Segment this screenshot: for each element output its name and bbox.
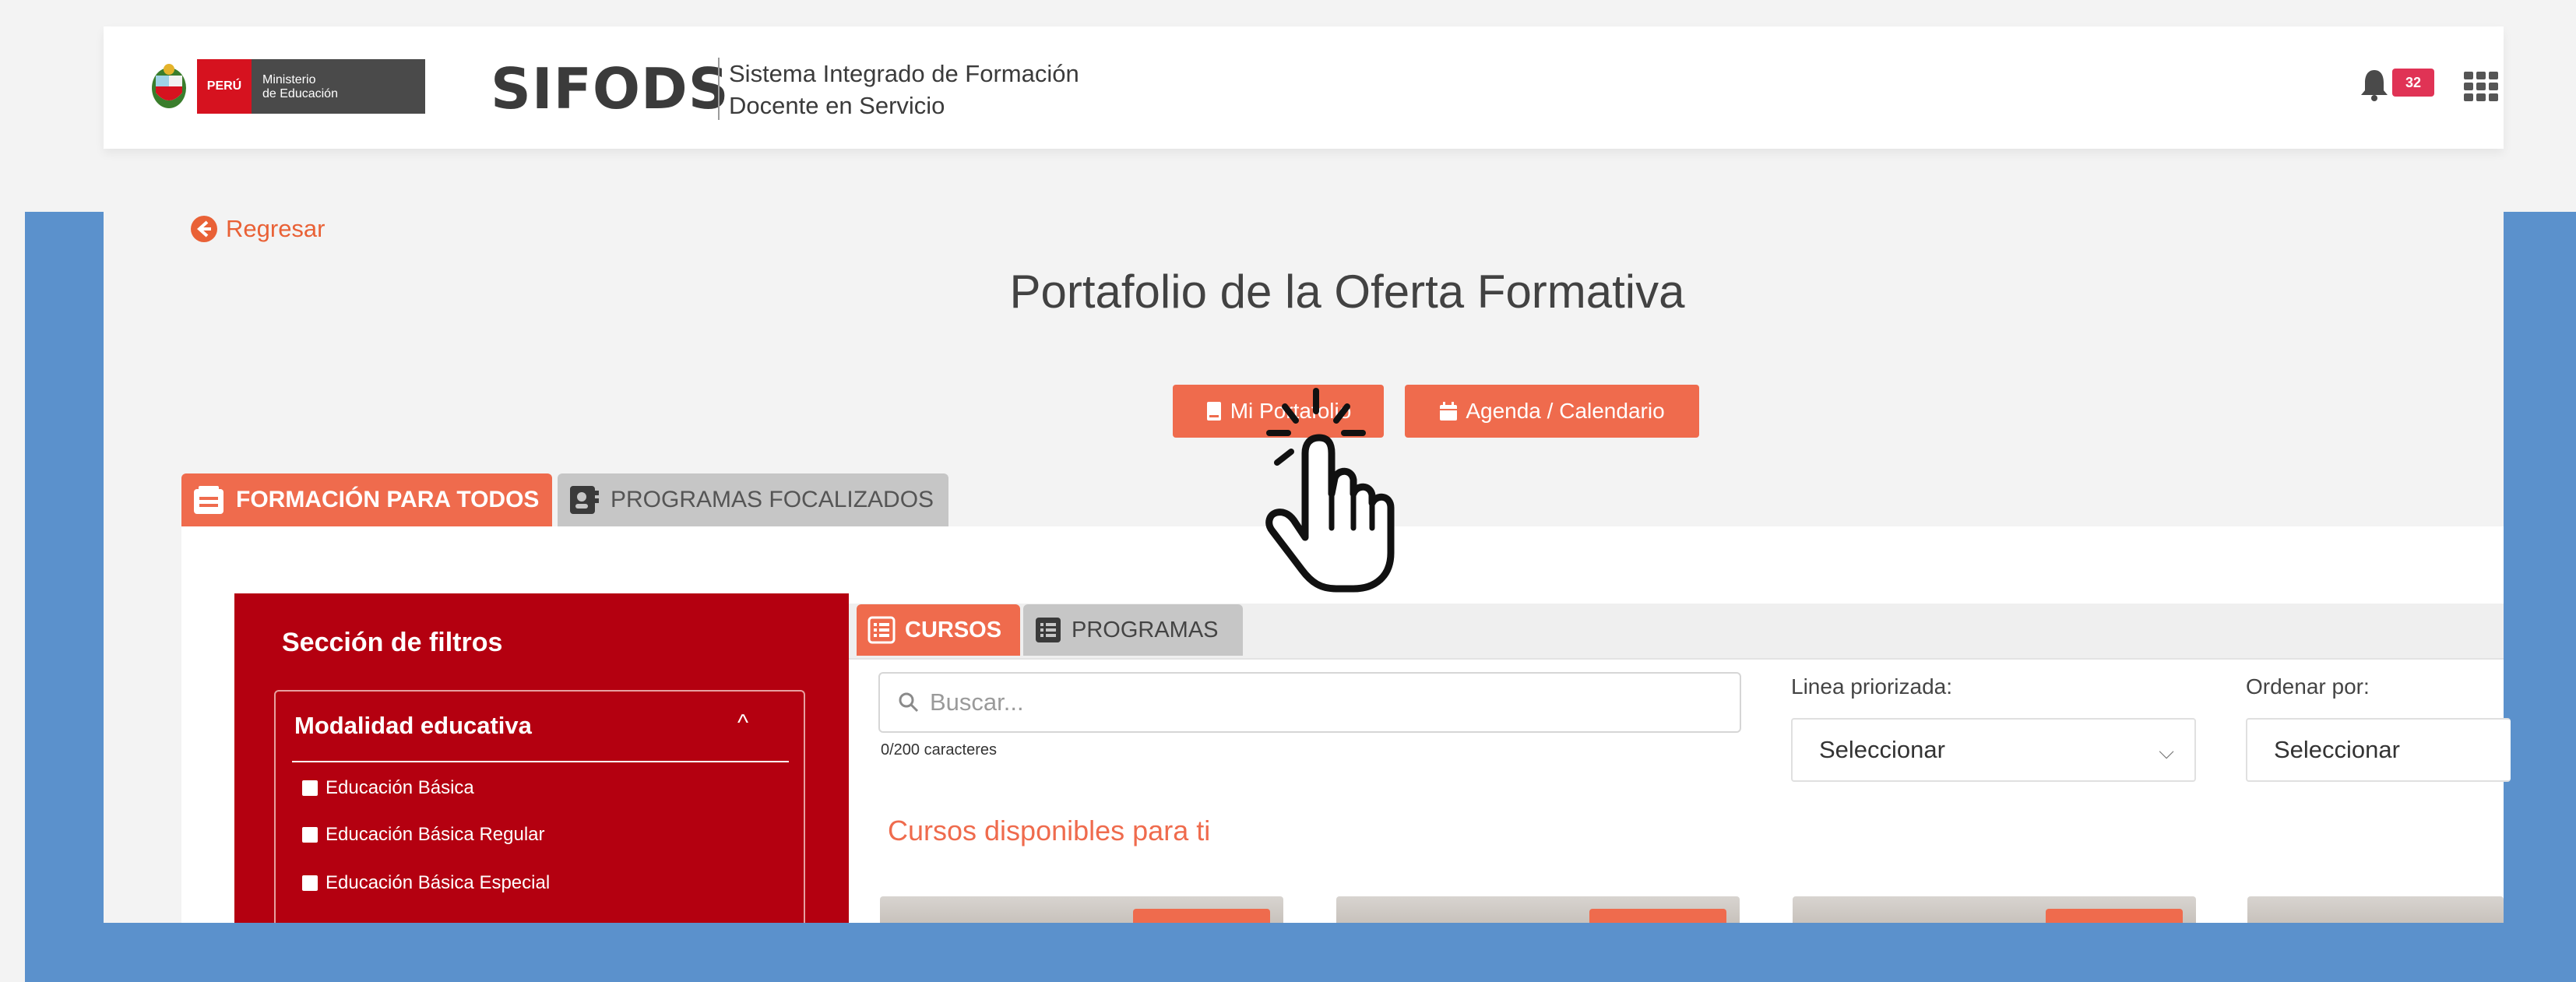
tab-programas-label: PROGRAMAS FOCALIZADOS bbox=[611, 487, 934, 512]
agenda-label: Agenda / Calendario bbox=[1466, 399, 1665, 423]
checkbox[interactable] bbox=[302, 780, 318, 796]
page-title: Portafolio de la Oferta Formativa bbox=[1009, 266, 1685, 318]
calendar-icon bbox=[1440, 402, 1458, 421]
bell-icon[interactable] bbox=[2360, 69, 2389, 101]
brand-subtitle-line2: Docente en Servicio bbox=[729, 92, 945, 119]
order-select[interactable]: Seleccionar bbox=[2246, 718, 2511, 782]
order-select-label: Ordenar por: bbox=[2246, 674, 2370, 699]
chevron-up-icon[interactable]: ^ bbox=[737, 710, 748, 737]
search-placeholder: Buscar... bbox=[930, 688, 1024, 716]
line-select[interactable]: Seleccionar ⌵ bbox=[1791, 718, 2196, 782]
brand-subtitle: Sistema Integrado de Formación Docente e… bbox=[729, 58, 1079, 121]
filter-group-title[interactable]: Modalidad educativa bbox=[294, 712, 532, 740]
contact-book-icon bbox=[570, 486, 599, 514]
background-frame-bottom bbox=[25, 923, 2576, 982]
filter-divider bbox=[292, 761, 789, 762]
ministry-line2: de Educación bbox=[262, 87, 338, 100]
brand-logo[interactable]: SIFODS bbox=[491, 56, 730, 121]
apps-grid-icon[interactable] bbox=[2464, 72, 2500, 101]
search-input[interactable]: Buscar... bbox=[878, 672, 1741, 733]
filter-option-label: Educación Básica Especial bbox=[326, 872, 551, 893]
top-header bbox=[104, 26, 2504, 149]
brand-subtitle-line1: Sistema Integrado de Formación bbox=[729, 60, 1079, 87]
filter-option-label: Educación Básica bbox=[326, 777, 474, 798]
checkbox[interactable] bbox=[302, 827, 318, 843]
tab-formacion-label: FORMACIÓN PARA TODOS bbox=[236, 487, 540, 512]
course-card-tag bbox=[1589, 909, 1726, 923]
tab-formacion-para-todos[interactable]: FORMACIÓN PARA TODOS bbox=[181, 473, 552, 526]
filter-option[interactable]: Educación Básica Regular bbox=[302, 824, 545, 846]
tab-programas-focalizados[interactable]: PROGRAMAS FOCALIZADOS bbox=[558, 473, 948, 526]
filter-option-label: Educación Básica Regular bbox=[326, 824, 545, 845]
back-link[interactable]: Regresar bbox=[190, 215, 326, 243]
order-select-value: Seleccionar bbox=[2274, 736, 2400, 763]
filter-option[interactable]: Educación Básica Especial bbox=[302, 872, 550, 894]
checkbox[interactable] bbox=[302, 875, 318, 891]
agenda-button[interactable]: Agenda / Calendario bbox=[1405, 385, 1699, 438]
course-card[interactable] bbox=[2247, 896, 2504, 923]
tab-cursos[interactable]: CURSOS bbox=[857, 604, 1020, 656]
course-card-tag bbox=[2046, 909, 2183, 923]
tab-list-icon bbox=[194, 486, 223, 514]
character-counter: 0/200 caracteres bbox=[881, 741, 997, 758]
back-arrow-icon bbox=[191, 216, 217, 242]
tab-list-icon bbox=[867, 616, 896, 644]
content-divider bbox=[849, 658, 2504, 660]
notification-badge[interactable]: 32 bbox=[2392, 69, 2434, 97]
line-select-label: Linea priorizada: bbox=[1791, 674, 1953, 699]
peru-flag: PERÚ bbox=[197, 59, 252, 114]
courses-heading: Cursos disponibles para ti bbox=[888, 815, 1211, 846]
tab-list-icon bbox=[1036, 618, 1061, 642]
tab-programas[interactable]: PROGRAMAS bbox=[1023, 604, 1243, 656]
tab-cursos-label: CURSOS bbox=[905, 617, 1002, 642]
ministry-logo: Ministerio de Educación bbox=[252, 59, 425, 114]
filter-sidebar-title: Sección de filtros bbox=[282, 628, 503, 657]
book-icon bbox=[1206, 402, 1221, 421]
back-link-label: Regresar bbox=[226, 215, 326, 242]
search-icon bbox=[899, 692, 919, 713]
brand-divider bbox=[718, 58, 720, 120]
filter-option[interactable]: Educación Básica bbox=[302, 777, 474, 799]
line-select-value: Seleccionar bbox=[1819, 736, 1945, 763]
chevron-down-icon: ⌵ bbox=[2159, 740, 2174, 763]
course-card-tag bbox=[1133, 909, 1270, 923]
tab-programas-sub-label: PROGRAMAS bbox=[1072, 617, 1219, 642]
emblem-icon bbox=[152, 64, 186, 108]
hand-pointer-icon bbox=[1265, 388, 1395, 593]
ministry-line1: Ministerio bbox=[262, 73, 316, 86]
